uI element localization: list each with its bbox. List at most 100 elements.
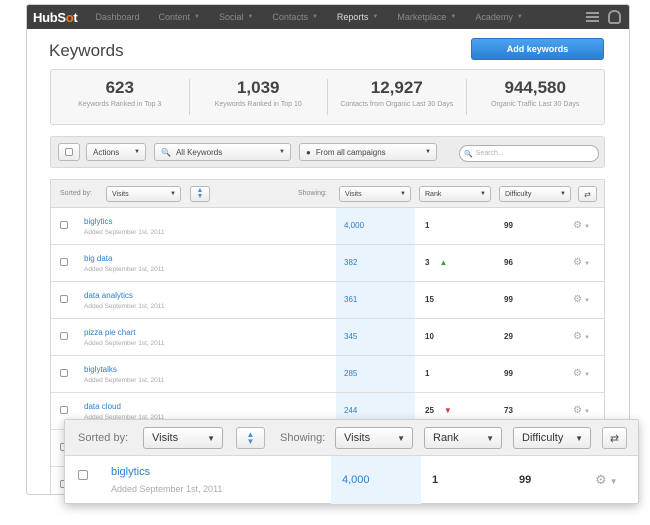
row-settings[interactable]: ⚙ ▼	[573, 405, 590, 416]
nav-reports[interactable]: Reports ▼	[337, 12, 378, 22]
visits-value[interactable]: 345	[344, 332, 357, 341]
stat-value: 1,039	[236, 78, 280, 97]
added-date: Added September 1st, 2011	[84, 266, 165, 273]
row-checkbox[interactable]	[60, 221, 68, 229]
stat-label: Keywords Ranked in Top 10	[214, 101, 302, 108]
sort-value: Visits	[152, 432, 179, 444]
chevron-down-icon: ▼	[279, 149, 285, 155]
row-settings[interactable]: ⚙ ▼	[573, 331, 590, 342]
add-keywords-button[interactable]: Add keywords	[471, 38, 604, 60]
row-checkbox[interactable]	[60, 369, 68, 377]
stats-panel: 623 Keywords Ranked in Top 3 1,039 Keywo…	[50, 69, 605, 125]
nav-contacts[interactable]: Contacts ▼	[272, 12, 317, 22]
stat-value: 944,580	[504, 78, 566, 97]
nav-academy[interactable]: Academy ▼	[475, 12, 522, 22]
campaigns-dropdown[interactable]: ● From all campaigns ▼	[299, 143, 437, 161]
rank-number: 1	[425, 369, 430, 378]
keywords-dropdown[interactable]: 🔍 All Keywords ▼	[154, 143, 291, 161]
chevron-down-icon: ▼	[583, 409, 590, 415]
page-title: Keywords	[49, 41, 124, 60]
swap-columns-button[interactable]: ⇄	[602, 427, 627, 449]
visits-value[interactable]: 285	[344, 369, 357, 378]
column2-dropdown[interactable]: Rank ▼	[419, 186, 491, 202]
keyword-link[interactable]: biglytalks	[84, 365, 117, 374]
sort-arrows-icon: ▲ ▼	[196, 187, 204, 200]
search-input[interactable]: 🔍 Search...	[459, 145, 599, 162]
rank-value: 25 ▼	[425, 406, 452, 415]
chevron-down-icon: ▼	[583, 335, 590, 341]
stat-value: 12,927	[370, 78, 423, 97]
keyword-link[interactable]: pizza pie chart	[84, 328, 136, 337]
added-date: Added September 1st, 2011	[111, 484, 223, 494]
difficulty-value: 99	[504, 295, 513, 304]
sort-dropdown[interactable]: Visits ▼	[106, 186, 181, 202]
visits-value[interactable]: 244	[344, 406, 357, 415]
column3-dropdown[interactable]: Difficulty ▼	[513, 427, 591, 449]
row-settings[interactable]: ⚙ ▼	[595, 472, 618, 488]
stat-traffic: 944,580 Organic Traffic Last 30 Days	[467, 79, 605, 115]
row-settings[interactable]: ⚙ ▼	[573, 294, 590, 305]
row-checkbox[interactable]	[60, 295, 68, 303]
chevron-down-icon: ▼	[583, 372, 590, 378]
visits-value[interactable]: 4,000	[344, 221, 364, 230]
column1-dropdown[interactable]: Visits ▼	[335, 427, 413, 449]
sort-dropdown[interactable]: Visits ▼	[143, 427, 223, 449]
gear-icon: ⚙	[573, 405, 582, 416]
row-checkbox[interactable]	[60, 406, 68, 414]
nav-dashboard[interactable]: Dashboard	[95, 12, 139, 22]
table-row[interactable]: data analytics Added September 1st, 2011…	[51, 282, 604, 319]
nav-content[interactable]: Content ▼	[158, 12, 199, 22]
table-row[interactable]: biglytics Added September 1st, 2011 4,00…	[51, 208, 604, 245]
chevron-down-icon: ▼	[425, 149, 431, 155]
swap-columns-button[interactable]: ⇄	[578, 186, 597, 202]
gear-icon: ⚙	[573, 331, 582, 342]
row-checkbox[interactable]	[60, 258, 68, 266]
added-date: Added September 1st, 2011	[84, 340, 165, 347]
user-icon[interactable]	[608, 10, 621, 24]
search-placeholder: Search...	[475, 150, 504, 157]
keyword-link[interactable]: big data	[84, 254, 112, 263]
stat-top3: 623 Keywords Ranked in Top 3	[51, 79, 190, 115]
keyword-link[interactable]: biglytics	[111, 466, 150, 478]
chevron-down-icon: ▼	[397, 434, 405, 443]
keyword-link[interactable]: data cloud	[84, 402, 121, 411]
menu-icon[interactable]	[586, 12, 599, 22]
visits-value[interactable]: 4,000	[342, 474, 370, 486]
chevron-down-icon: ▼	[311, 14, 318, 20]
nav-social[interactable]: Social ▼	[219, 12, 253, 22]
row-settings[interactable]: ⚙ ▼	[573, 220, 590, 231]
stat-label: Keywords Ranked in Top 3	[78, 101, 162, 108]
sort-direction-button[interactable]: ▲ ▼	[236, 427, 265, 449]
sort-direction-button[interactable]: ▲ ▼	[190, 186, 210, 202]
keyword-link[interactable]: biglytics	[84, 217, 112, 226]
rank-number: 3	[425, 258, 430, 267]
nav-marketplace[interactable]: Marketplace ▼	[397, 12, 456, 22]
table-row[interactable]: big data Added September 1st, 2011 382 3…	[51, 245, 604, 282]
hubspot-logo[interactable]: HubSot	[33, 10, 78, 25]
nav-marketplace-label: Marketplace	[397, 12, 447, 22]
visits-value[interactable]: 361	[344, 295, 357, 304]
row-settings[interactable]: ⚙ ▼	[573, 368, 590, 379]
select-all-checkbox[interactable]	[65, 148, 73, 156]
top-nav: HubSot Dashboard Content ▼ Social ▼ Contac…	[27, 5, 629, 29]
actions-dropdown[interactable]: Actions ▼	[86, 143, 146, 161]
chevron-down-icon: ▼	[480, 191, 486, 197]
column3-dropdown[interactable]: Difficulty ▼	[499, 186, 571, 202]
column1-dropdown[interactable]: Visits ▼	[339, 186, 411, 202]
row-settings[interactable]: ⚙ ▼	[573, 257, 590, 268]
row-checkbox[interactable]	[60, 332, 68, 340]
visits-value[interactable]: 382	[344, 258, 357, 267]
globe-icon: ●	[306, 147, 311, 157]
swap-icon: ⇄	[584, 189, 591, 199]
table-row[interactable]: pizza pie chart Added September 1st, 201…	[51, 319, 604, 356]
showing-label: Showing:	[280, 432, 326, 444]
column3-value: Difficulty	[505, 190, 532, 198]
row-checkbox[interactable]	[78, 470, 88, 480]
zoomed-callout: Sorted by: Visits ▼ ▲ ▼ Showing: Visits ▼ R…	[64, 419, 639, 504]
column1-value: Visits	[344, 432, 371, 444]
table-row[interactable]: biglytalks Added September 1st, 2011 285…	[51, 356, 604, 393]
keyword-link[interactable]: data analytics	[84, 291, 133, 300]
rank-value: 3 ▲	[425, 258, 447, 267]
column2-dropdown[interactable]: Rank ▼	[424, 427, 502, 449]
select-all-button[interactable]	[58, 143, 80, 161]
